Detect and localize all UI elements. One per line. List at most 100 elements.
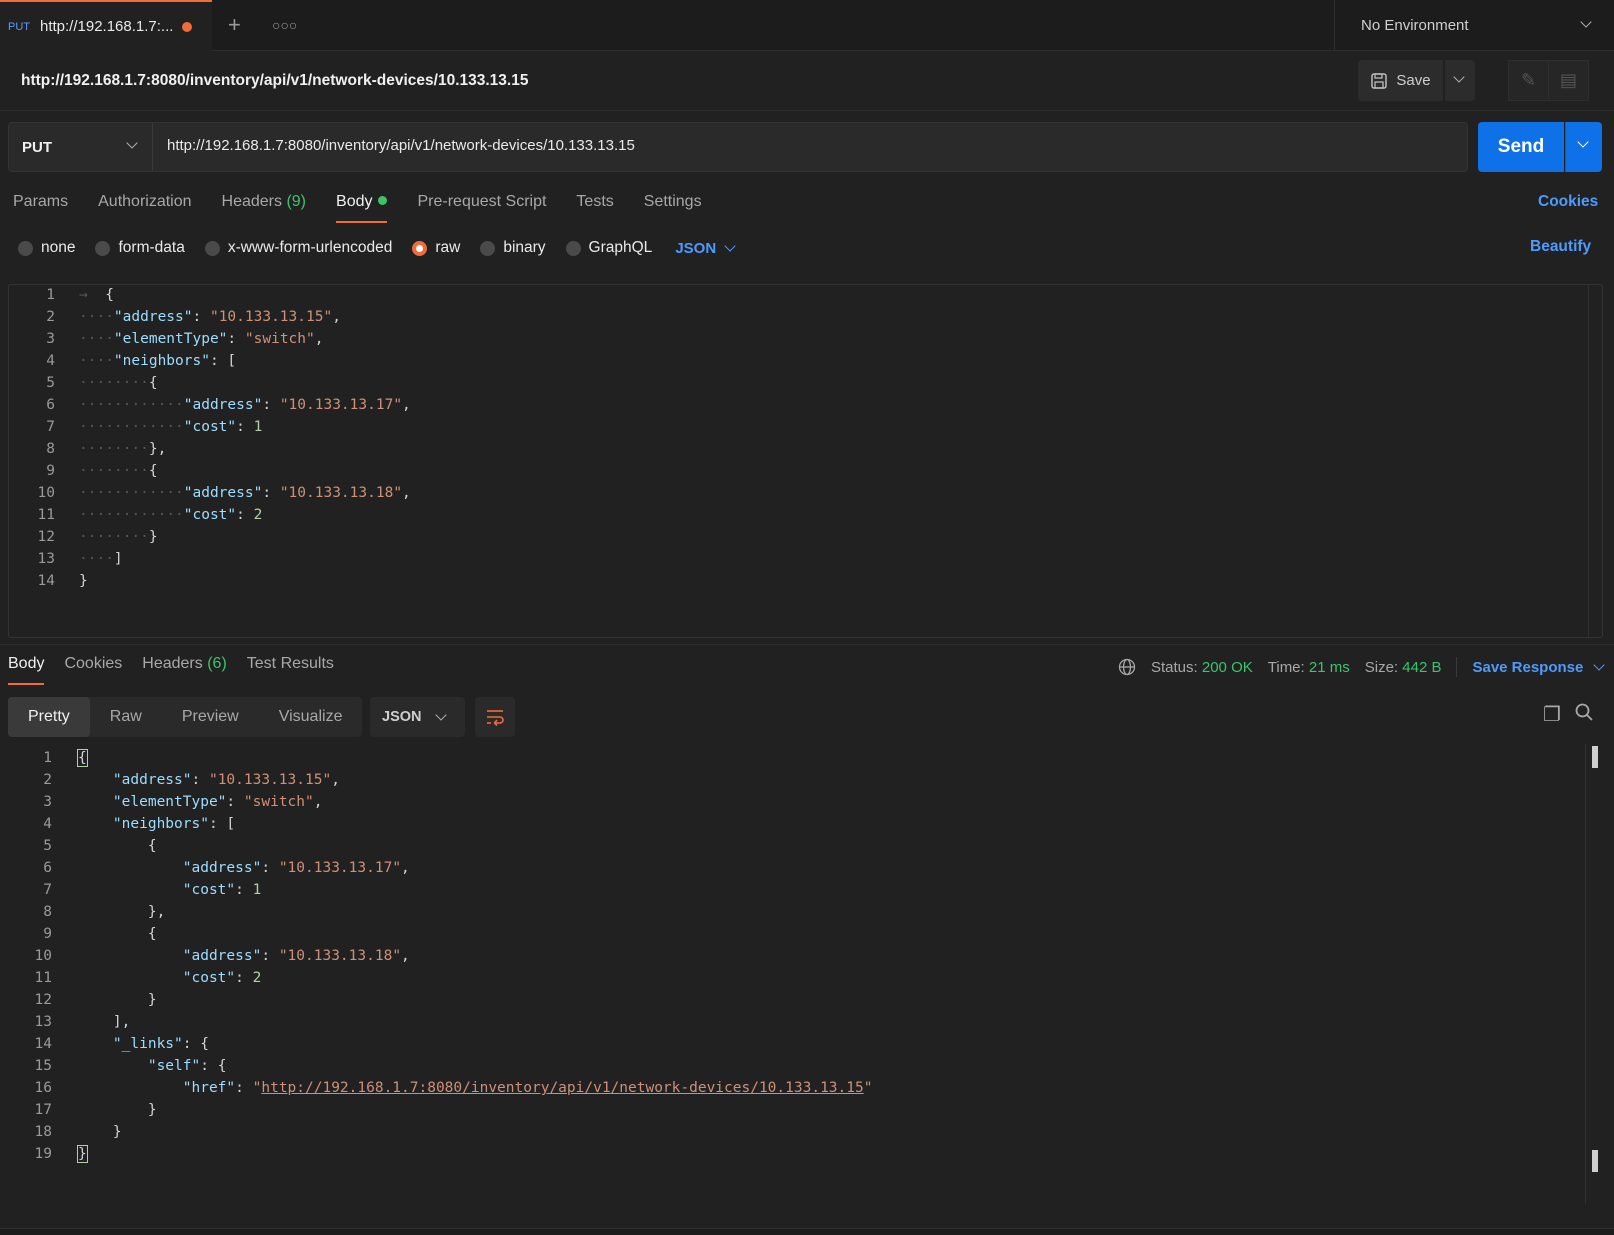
radio-urlencoded[interactable]: x-www-form-urlencoded <box>204 239 392 257</box>
code-line: "address": "10.133.13.18", <box>182 948 410 964</box>
req-address: 10.133.13.15 <box>218 309 324 325</box>
line-number: 14 <box>37 573 55 589</box>
view-raw[interactable]: Raw <box>90 697 162 737</box>
href-link[interactable]: http://192.168.1.7:8080/inventory/api/v1… <box>261 1080 863 1096</box>
save-dropdown-button[interactable] <box>1445 60 1475 101</box>
pane-divider[interactable] <box>0 644 1614 645</box>
more-icon[interactable]: ○○○ <box>272 14 297 36</box>
resp-neighbor1-address: 10.133.13.17 <box>287 860 393 876</box>
resp-neighbor1-cost: 1 <box>252 882 262 898</box>
code-line: ], <box>78 1014 131 1030</box>
line-number: 10 <box>37 485 55 501</box>
chevron-down-icon <box>1580 16 1592 28</box>
line-number: 14 <box>34 1036 52 1052</box>
tab-headers[interactable]: Headers (9) <box>222 193 307 223</box>
tab-method: PUT <box>8 20 30 33</box>
resp-tab-headers-label: Headers <box>142 655 203 672</box>
tab-body[interactable]: Body <box>336 193 388 223</box>
url-input[interactable]: http://192.168.1.7:8080/inventory/api/v1… <box>167 137 635 154</box>
code-line: ········{ <box>79 463 158 479</box>
code-line: } <box>79 573 88 589</box>
view-pretty[interactable]: Pretty <box>8 697 90 737</box>
radio-label: none <box>41 239 76 256</box>
line-number: 9 <box>43 926 52 942</box>
resp-tab-test-results[interactable]: Test Results <box>247 655 334 685</box>
line-number: 2 <box>46 309 55 325</box>
view-visualize[interactable]: Visualize <box>259 697 363 737</box>
radio-label: binary <box>503 239 546 256</box>
tab-bar: PUT http://192.168.1.7:... + ○○○ No Envi… <box>0 0 1614 51</box>
tab-body-label: Body <box>336 193 373 210</box>
resp-address: 10.133.13.15 <box>217 772 323 788</box>
time-label: Time: <box>1267 658 1305 676</box>
comment-button[interactable]: ▤ <box>1548 60 1589 101</box>
response-body-viewer[interactable]: 1 2 3 4 5 6 7 8 9 10 11 12 13 14 15 16 1… <box>0 744 1614 1224</box>
chevron-down-icon <box>724 240 736 252</box>
plus-icon[interactable]: + <box>228 14 241 36</box>
line-number: 9 <box>46 463 55 479</box>
pencil-icon: ✎ <box>1520 70 1537 90</box>
save-response-button[interactable]: Save Response <box>1472 658 1606 676</box>
code-line: ········{ <box>79 375 158 391</box>
edit-button[interactable]: ✎ <box>1508 60 1549 101</box>
save-label: Save <box>1396 72 1431 89</box>
line-number: 12 <box>34 992 52 1008</box>
code-line: "address": "10.133.13.17", <box>182 860 410 876</box>
request-body-editor[interactable]: 1 2 3 4 5 6 7 8 9 10 11 12 13 14 → { ···… <box>8 284 1603 638</box>
beautify-button[interactable]: Beautify <box>1530 238 1591 256</box>
request-title[interactable]: http://192.168.1.7:8080/inventory/api/v1… <box>21 72 528 90</box>
view-preview[interactable]: Preview <box>162 697 259 737</box>
req-neighbor1-address: 10.133.13.17 <box>288 397 394 413</box>
line-number: 8 <box>46 441 55 457</box>
code-line: ············"address": "10.133.13.18", <box>79 485 411 501</box>
scroll-marker <box>1592 1150 1598 1172</box>
method-select[interactable]: PUT <box>9 123 153 171</box>
line-number: 18 <box>34 1124 52 1140</box>
cookies-link[interactable]: Cookies <box>1538 193 1598 211</box>
save-button[interactable]: Save <box>1358 60 1443 101</box>
code-line: ····"address": "10.133.13.15", <box>79 309 341 325</box>
save-response-label: Save Response <box>1472 658 1584 676</box>
globe-icon[interactable] <box>1118 658 1136 676</box>
radio-binary[interactable]: binary <box>480 239 546 257</box>
tab-params[interactable]: Params <box>13 193 68 223</box>
radio-circle <box>204 240 220 256</box>
body-format-select[interactable]: JSON <box>675 240 736 257</box>
request-tabs: Params Authorization Headers (9) Body Pr… <box>13 193 702 223</box>
radio-graphql[interactable]: GraphQL <box>565 239 652 257</box>
line-number: 7 <box>46 419 55 435</box>
tab-authorization[interactable]: Authorization <box>98 193 191 223</box>
tab-pre-request-script[interactable]: Pre-request Script <box>417 193 546 223</box>
request-tab[interactable]: PUT http://192.168.1.7:... <box>0 0 212 51</box>
status-value: 200 OK <box>1201 658 1253 676</box>
radio-raw[interactable]: raw <box>412 239 460 257</box>
environment-select[interactable]: No Environment <box>1334 0 1614 51</box>
tab-tests[interactable]: Tests <box>576 193 613 223</box>
radio-form-data[interactable]: form-data <box>95 239 185 257</box>
radio-circle <box>18 240 33 256</box>
resp-tab-cookies[interactable]: Cookies <box>64 655 122 685</box>
code-line: ····"elementType": "switch", <box>79 331 324 347</box>
search-icon[interactable] <box>1574 702 1594 722</box>
line-number: 1 <box>46 287 55 303</box>
response-status: Status: 200 OK Time: 21 ms Size: 442 B S… <box>1118 657 1606 677</box>
send-dropdown-button[interactable] <box>1565 122 1602 172</box>
tab-settings[interactable]: Settings <box>644 193 702 223</box>
code-line: } <box>78 992 157 1008</box>
req-element-type: switch <box>253 331 307 347</box>
line-number: 11 <box>37 507 55 523</box>
resp-tab-body[interactable]: Body <box>8 655 45 685</box>
radio-none[interactable]: none <box>18 239 75 257</box>
response-format-select[interactable]: JSON <box>370 697 465 737</box>
response-scrollbar-track[interactable] <box>1585 744 1586 1204</box>
chevron-down-icon <box>435 709 447 721</box>
code-line: ········} <box>79 529 158 545</box>
request-scrollbar[interactable] <box>1588 285 1602 637</box>
send-button[interactable]: Send <box>1478 122 1564 172</box>
size-value: 442 B <box>1402 658 1442 676</box>
wrap-button[interactable] <box>475 697 515 737</box>
code-line: ········}, <box>79 441 167 457</box>
line-number: 13 <box>34 1014 52 1030</box>
resp-tab-headers[interactable]: Headers (6) <box>142 655 227 685</box>
copy-icon[interactable]: ❐ <box>1543 702 1561 727</box>
